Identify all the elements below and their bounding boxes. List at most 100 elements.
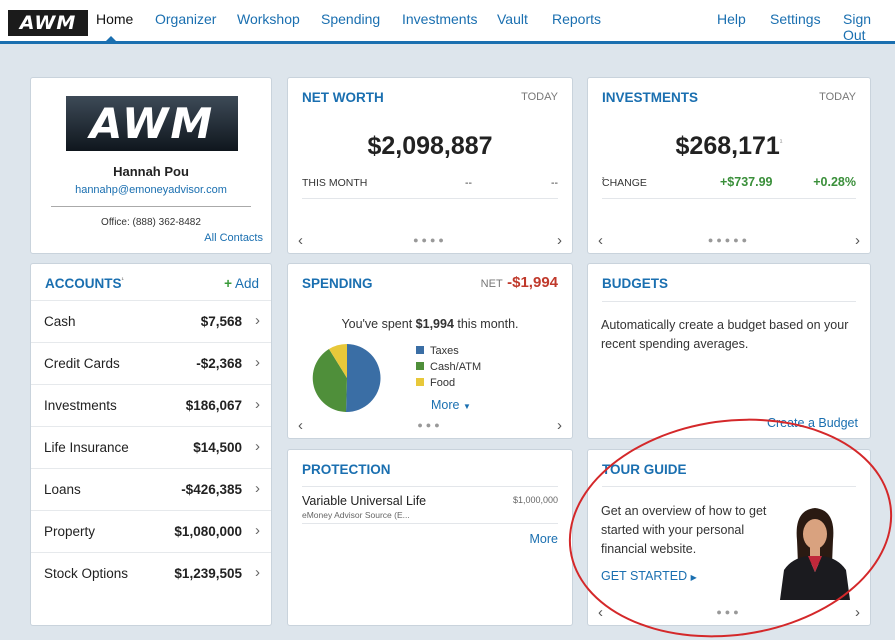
footnote-mark: ¹ xyxy=(779,137,783,147)
policy-value: $1,000,000 xyxy=(512,495,558,505)
account-row-credit-cards[interactable]: Credit Cards -$2,368 › xyxy=(31,342,271,384)
accounts-card: ACCOUNTS¹ + Add Cash $7,568 › Credit Car… xyxy=(30,263,272,626)
brand-logo[interactable]: AWM xyxy=(8,10,88,36)
investments-change: +$737.99 xyxy=(720,175,773,189)
account-row-loans[interactable]: Loans -$426,385 › xyxy=(31,468,271,510)
investments-card: INVESTMENTS TODAY $268,171¹ CHANGE ² +$73… xyxy=(587,77,871,254)
account-label: Cash xyxy=(44,314,76,329)
carousel-dots: ●●● xyxy=(716,607,742,617)
caret-down-icon: ▼ xyxy=(462,402,471,411)
nav-sign-out[interactable]: Sign Out xyxy=(843,11,895,43)
nav-workshop[interactable]: Workshop xyxy=(237,11,300,27)
advisor-email-link[interactable]: hannahp@emoneyadvisor.com xyxy=(31,184,271,196)
spending-net-value: -$1,994 xyxy=(507,274,558,291)
carousel-dots: ●●●● xyxy=(413,235,447,245)
account-label: Property xyxy=(44,524,96,539)
nav-organizer[interactable]: Organizer xyxy=(155,11,216,27)
top-nav: AWM Home Organizer Workshop Spending Inv… xyxy=(0,0,895,44)
net-worth-card: NET WORTH TODAY $2,098,887 THIS MONTH --… xyxy=(287,77,573,254)
tour-guide-card: TOUR GUIDE Get an overview of how to get… xyxy=(587,449,871,626)
prev-arrow-icon[interactable]: ‹ xyxy=(598,232,603,249)
add-account-button[interactable]: + Add xyxy=(224,276,259,291)
nav-settings[interactable]: Settings xyxy=(770,11,821,27)
caret-right-icon: ▶ xyxy=(690,573,697,582)
next-arrow-icon[interactable]: › xyxy=(855,604,860,621)
prev-arrow-icon[interactable]: ‹ xyxy=(298,417,303,434)
account-value: $14,500 xyxy=(193,440,242,455)
account-row-life-insurance[interactable]: Life Insurance $14,500 › xyxy=(31,426,271,468)
account-label: Loans xyxy=(44,482,81,497)
net-worth-period-label: THIS MONTH xyxy=(302,177,368,189)
advisor-office-phone: Office: (888) 362-8482 xyxy=(101,217,201,228)
legend-item-food: Food xyxy=(416,377,455,389)
divider xyxy=(602,301,856,302)
chevron-right-icon: › xyxy=(255,396,260,413)
net-worth-change-pct: -- xyxy=(551,177,558,189)
chevron-right-icon: › xyxy=(255,354,260,371)
pie-slice-taxes xyxy=(346,344,381,413)
divider xyxy=(302,486,558,487)
next-arrow-icon[interactable]: › xyxy=(855,232,860,249)
divider xyxy=(602,486,856,487)
account-value: $1,239,505 xyxy=(174,566,242,581)
carousel-dots: ●●● xyxy=(417,420,443,430)
legend-item-cash-atm: Cash/ATM xyxy=(416,361,481,373)
chevron-right-icon: › xyxy=(255,564,260,581)
prev-arrow-icon[interactable]: ‹ xyxy=(298,232,303,249)
spending-summary: You've spent $1,994 this month. xyxy=(341,317,519,331)
nav-home[interactable]: Home xyxy=(96,11,133,27)
account-label: Investments xyxy=(44,398,117,413)
account-row-cash[interactable]: Cash $7,568 › xyxy=(31,300,271,342)
next-arrow-icon[interactable]: › xyxy=(557,232,562,249)
spending-net-label: NET xyxy=(480,278,503,290)
investments-title: INVESTMENTS xyxy=(602,90,699,105)
account-row-investments[interactable]: Investments $186,067 › xyxy=(31,384,271,426)
protection-title: PROTECTION xyxy=(302,462,391,477)
spending-pie-chart xyxy=(312,343,381,413)
nav-vault[interactable]: Vault xyxy=(497,11,528,27)
account-label: Stock Options xyxy=(44,566,129,581)
active-nav-indicator xyxy=(104,36,118,43)
get-started-link[interactable]: GET STARTED ▶ xyxy=(601,569,697,583)
investments-change-pct: +0.28% xyxy=(813,175,856,189)
plus-icon: + xyxy=(224,276,232,291)
chevron-right-icon: › xyxy=(255,480,260,497)
nav-investments[interactable]: Investments xyxy=(402,11,477,27)
accounts-title: ACCOUNTS¹ xyxy=(45,276,124,291)
divider xyxy=(51,206,251,207)
spending-title: SPENDING xyxy=(302,276,373,291)
account-label: Life Insurance xyxy=(44,440,129,455)
nav-spending[interactable]: Spending xyxy=(321,11,380,27)
advisor-name: Hannah Pou xyxy=(113,164,189,179)
protection-more-link[interactable]: More xyxy=(530,532,558,546)
footnote-mark: ¹ xyxy=(121,277,124,285)
nav-help[interactable]: Help xyxy=(717,11,746,27)
account-value: -$426,385 xyxy=(181,482,242,497)
spending-card: SPENDING NET -$1,994 You've spent $1,994… xyxy=(287,263,573,439)
net-worth-change: -- xyxy=(465,177,472,189)
legend-swatch xyxy=(416,362,424,370)
investments-change-label: CHANGE ² xyxy=(602,177,647,189)
account-row-property[interactable]: Property $1,080,000 › xyxy=(31,510,271,552)
create-budget-link[interactable]: Create a Budget xyxy=(767,416,858,430)
account-value: $1,080,000 xyxy=(174,524,242,539)
prev-arrow-icon[interactable]: ‹ xyxy=(598,604,603,621)
nav-reports[interactable]: Reports xyxy=(552,11,601,27)
policy-source: eMoney Advisor Source (E... xyxy=(302,510,410,520)
account-row-stock-options[interactable]: Stock Options $1,239,505 › xyxy=(31,552,271,594)
net-worth-today-label: TODAY xyxy=(521,91,558,103)
next-arrow-icon[interactable]: › xyxy=(557,417,562,434)
budgets-description: Automatically create a budget based on y… xyxy=(601,318,849,351)
spending-more-link[interactable]: More ▼ xyxy=(431,398,471,412)
chevron-right-icon: › xyxy=(255,438,260,455)
tour-guide-photo xyxy=(772,502,858,600)
divider xyxy=(302,523,558,524)
all-contacts-link[interactable]: All Contacts xyxy=(204,232,263,244)
investments-value: $268,171¹ xyxy=(675,132,783,160)
net-worth-value: $2,098,887 xyxy=(367,132,493,160)
divider xyxy=(302,198,558,199)
policy-name[interactable]: Variable Universal Life xyxy=(302,494,426,508)
advisor-profile-card: AWM Hannah Pou hannahp@emoneyadvisor.com… xyxy=(30,77,272,254)
budgets-card: BUDGETS Automatically create a budget ba… xyxy=(587,263,871,439)
investments-today-label: TODAY xyxy=(819,91,856,103)
